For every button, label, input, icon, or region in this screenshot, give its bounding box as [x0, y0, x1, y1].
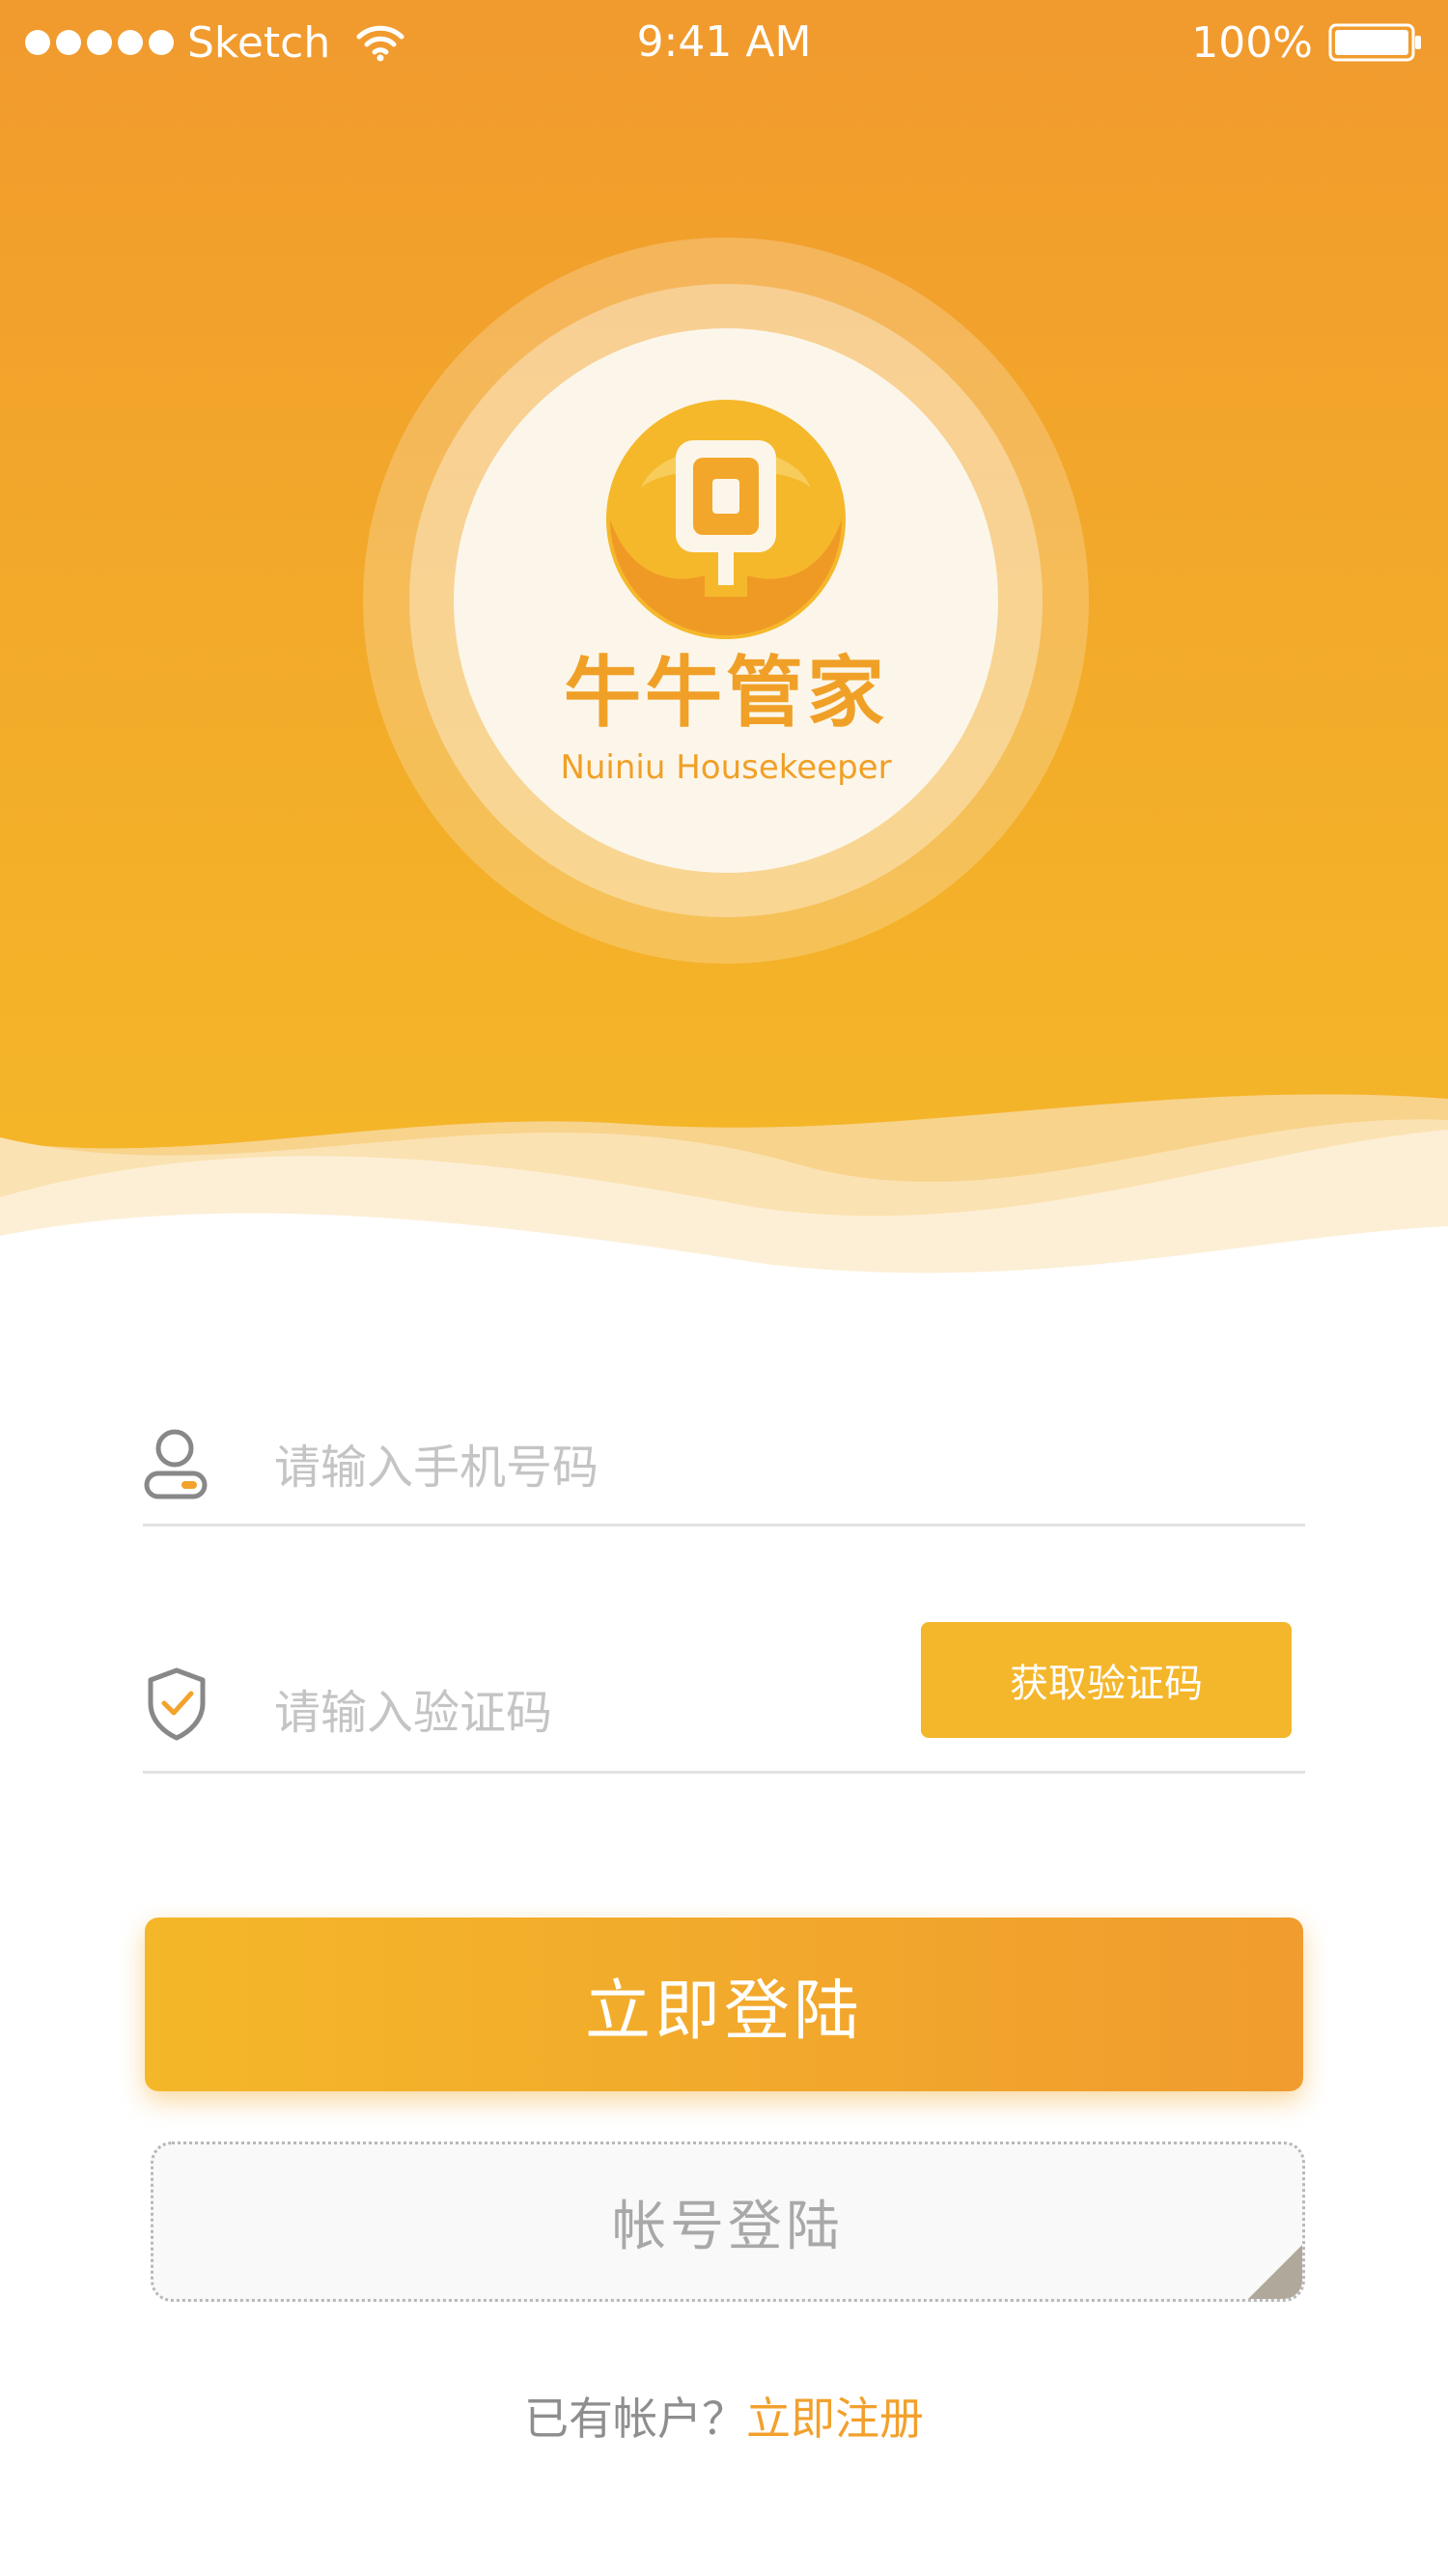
login-screen: Sketch 9:41 AM 100% 牛牛管家 Nuiniu Housekee… — [0, 0, 1448, 2576]
verification-code-input[interactable] — [272, 1678, 894, 1748]
wave-decoration — [0, 1094, 1448, 1332]
account-login-label: 帐号登陆 — [612, 2195, 844, 2258]
login-button[interactable]: 立即登陆 — [145, 1918, 1303, 2091]
status-right: 100% — [1191, 15, 1425, 70]
shield-check-icon — [148, 1667, 206, 1741]
user-icon — [144, 1429, 208, 1499]
brand-name-en: Nuiniu Housekeeper — [560, 748, 892, 787]
register-link[interactable]: 立即注册 — [746, 2393, 924, 2445]
phone-input[interactable] — [272, 1433, 1241, 1502]
account-login-button[interactable]: 帐号登陆 — [151, 2142, 1305, 2302]
register-prompt: 已有帐户？ — [524, 2393, 746, 2445]
get-code-button[interactable]: 获取验证码 — [921, 1622, 1292, 1738]
register-row: 已有帐户？立即注册 — [0, 2385, 1448, 2452]
status-bar: Sketch 9:41 AM 100% — [0, 0, 1448, 85]
battery-icon — [1328, 23, 1421, 62]
battery-percentage: 100% — [1191, 17, 1313, 68]
phone-field — [143, 1390, 1305, 1526]
verification-code-field: 获取验证码 — [143, 1622, 1305, 1774]
coin-logo-icon — [606, 400, 846, 639]
brand-name-cn: 牛牛管家 — [564, 648, 888, 738]
page-curl-icon — [1248, 2245, 1302, 2299]
